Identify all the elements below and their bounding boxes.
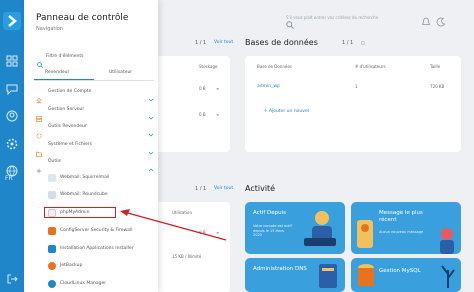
annotation-arrow-icon [120,209,227,241]
